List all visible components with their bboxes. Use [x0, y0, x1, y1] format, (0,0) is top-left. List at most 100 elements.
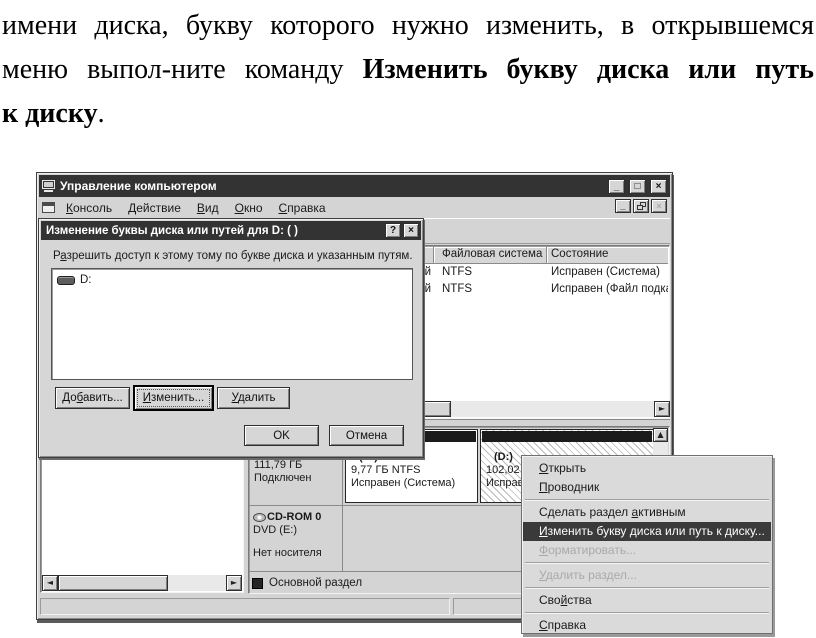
disk0-size: 111,79 ГБ: [254, 459, 340, 472]
label-fragment: ткрыть: [548, 461, 586, 475]
label-fragment: далить раздел...: [546, 568, 637, 582]
cdrom-name: CD-ROM 0: [267, 511, 321, 524]
label-fragment: До: [62, 392, 76, 404]
restore-icon: [637, 202, 646, 210]
volume-c-detail: 9,77 ГБ NTFS: [351, 464, 477, 477]
cdrom-drive: DVD (E:): [253, 524, 340, 537]
menu-spravka[interactable]: Справка: [271, 199, 334, 217]
label-fragment: зменить букву диска или путь к диску...: [548, 524, 765, 538]
status-bar-section: [40, 598, 450, 615]
paragraph-line-2: меню выпол-ните команду Изменить букву д…: [2, 48, 814, 92]
dialog-description: Разрешить доступ к этому тому по букве д…: [53, 250, 413, 262]
menu-label: С: [279, 201, 288, 215]
computer-icon: [42, 180, 56, 192]
label-fragment: Сво: [539, 593, 561, 607]
context-menu: Открыть Проводник Сделать раздел активны…: [521, 455, 773, 634]
ok-button[interactable]: OK: [244, 425, 319, 446]
menu-separator: [525, 612, 769, 614]
dialog-title: Изменение буквы диска или путей для D: (…: [46, 225, 383, 237]
column-header-status[interactable]: Состояние: [547, 247, 668, 264]
menu-separator: [525, 499, 769, 501]
label-fragment: П: [539, 480, 548, 494]
instruction-paragraph: имени диска, букву которого нужно измени…: [2, 4, 814, 136]
paragraph-line-3: к диску.: [2, 92, 814, 136]
mdi-close-button: ×: [651, 199, 667, 213]
primary-partition-color-icon: [252, 578, 263, 589]
menu-okno[interactable]: Окно: [227, 199, 271, 217]
scroll-right-button[interactable]: ►: [226, 575, 242, 591]
paragraph-line-2-command: Изменить букву диска или путь: [363, 54, 814, 85]
label-fragment: орматировать...: [548, 543, 636, 557]
cdrom-info[interactable]: CD-ROM 0 DVD (E:) Нет носителя: [250, 507, 340, 570]
cancel-button[interactable]: Отмена: [329, 425, 404, 446]
label-fragment: ства: [567, 593, 591, 607]
remove-button[interactable]: Удалить: [217, 387, 290, 409]
menu-label: В: [197, 201, 205, 215]
label-fragment: авить...: [83, 392, 123, 404]
change-button[interactable]: Изменить...: [134, 386, 213, 410]
context-menu-item-change-drive-letter[interactable]: Изменить букву диска или путь к диску...: [523, 522, 771, 541]
scroll-right-icon: ►: [659, 405, 665, 413]
paragraph-line-1: имени диска, букву которого нужно измени…: [2, 4, 814, 48]
minimize-button[interactable]: _: [608, 179, 625, 194]
scrollbar-thumb[interactable]: [58, 575, 168, 591]
menu-label: ействие: [136, 201, 181, 215]
volume-cell-filesystem: NTFS: [434, 265, 547, 282]
scroll-right-button[interactable]: ►: [654, 401, 670, 417]
drive-letter-item-d[interactable]: D:: [52, 269, 412, 286]
dialog-titlebar[interactable]: Изменение буквы диска или путей для D: (…: [41, 221, 421, 240]
column-header-filesystem[interactable]: Файловая система: [434, 247, 547, 264]
window-titlebar[interactable]: Управление компьютером _ □ ×: [39, 175, 670, 197]
menu-label: кно: [244, 201, 263, 215]
menu-label: правка: [287, 201, 325, 215]
context-menu-item-help[interactable]: Справка: [523, 616, 771, 635]
dialog-close-button[interactable]: ×: [403, 223, 419, 238]
volume-cell-filesystem: NTFS: [434, 282, 547, 299]
scroll-left-button[interactable]: ◄: [42, 575, 58, 591]
menu-bar: Консоль Действие Вид Окно Справка _ ×: [39, 197, 670, 218]
menu-separator: [525, 562, 769, 564]
menu-deystvie[interactable]: Действие: [120, 199, 189, 217]
help-button[interactable]: ?: [385, 223, 401, 238]
tree-horizontal-scrollbar[interactable]: ◄ ►: [42, 575, 242, 591]
scroll-up-icon: ▲: [657, 431, 663, 439]
label-fragment: Ф: [539, 543, 548, 557]
scroll-right-icon: ►: [231, 579, 237, 587]
label-fragment: ктивным: [638, 505, 685, 519]
label-fragment: роводник: [548, 480, 600, 494]
scroll-up-button[interactable]: ▲: [653, 428, 668, 442]
maximize-button[interactable]: □: [629, 179, 646, 194]
volume-d-color-bar: [482, 431, 652, 442]
context-menu-item-open[interactable]: Открыть: [523, 459, 771, 478]
volume-cell-status: Исправен (Система): [547, 265, 668, 282]
context-menu-item-properties[interactable]: Свойства: [523, 591, 771, 610]
menu-label: О: [235, 201, 244, 215]
menu-label: К: [66, 201, 73, 215]
change-drive-letter-dialog: Изменение буквы диска или путей для D: (…: [38, 218, 424, 458]
label-fragment: И: [539, 524, 548, 538]
drive-letter-listbox[interactable]: D:: [51, 268, 413, 380]
window-title: Управление компьютером: [60, 179, 604, 193]
mdi-window-controls: _ ×: [615, 199, 667, 213]
volume-c-status: Исправен (Система): [351, 477, 477, 490]
label-fragment: И: [143, 392, 151, 404]
label-fragment: У: [539, 568, 546, 582]
label-fragment: зрешить доступ к этому тому по букве дис…: [67, 250, 413, 262]
menu-vid[interactable]: Вид: [189, 199, 227, 217]
paragraph-line-3-command: к диску: [2, 98, 98, 129]
cdrom-media: Нет носителя: [253, 547, 340, 560]
label-fragment: С: [539, 618, 548, 632]
mdi-restore-button[interactable]: [633, 199, 649, 213]
add-button[interactable]: Добавить...: [55, 387, 130, 409]
drive-letter-label: D:: [80, 274, 92, 286]
context-menu-item-mark-active[interactable]: Сделать раздел активным: [523, 503, 771, 522]
context-menu-item-explorer[interactable]: Проводник: [523, 478, 771, 497]
volume-cell-status: Исправен (Файл подкач: [547, 282, 668, 299]
hard-drive-icon: [57, 276, 75, 285]
legend-label: Основной раздел: [269, 577, 362, 589]
menu-label: онсоль: [73, 201, 112, 215]
context-menu-item-format: Форматировать...: [523, 541, 771, 560]
mdi-minimize-button[interactable]: _: [615, 199, 631, 213]
close-button[interactable]: ×: [650, 179, 667, 194]
menu-konsol[interactable]: Консоль: [58, 199, 120, 217]
